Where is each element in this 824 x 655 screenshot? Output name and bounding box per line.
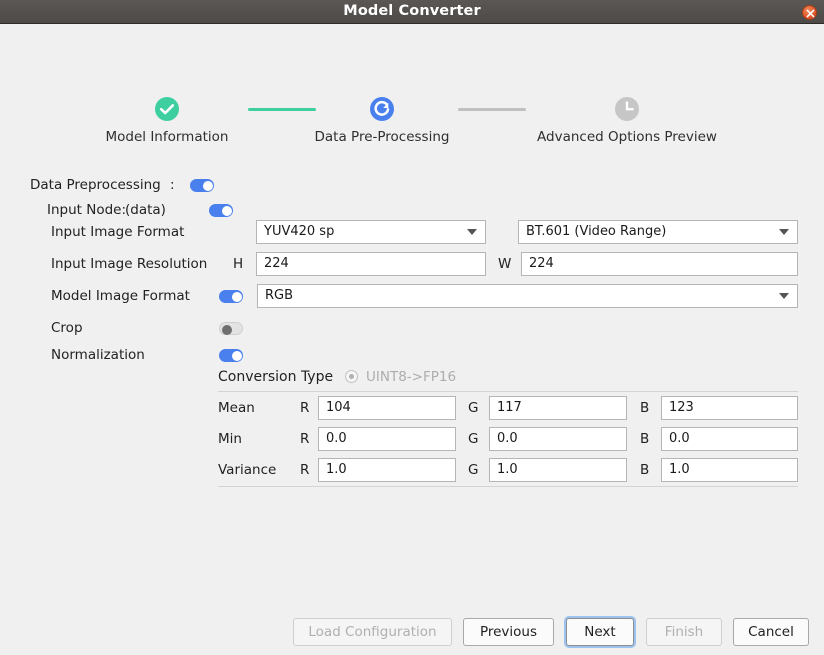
toggle-knob: [231, 291, 242, 302]
mean-b-input[interactable]: 123: [661, 396, 798, 420]
mean-r-input[interactable]: 104: [318, 396, 456, 420]
variance-r-input[interactable]: 1.0: [318, 458, 456, 482]
step-label: Model Information: [105, 129, 229, 145]
step-advanced-options-preview[interactable]: Advanced Options Preview: [537, 96, 717, 145]
step-label: Advanced Options Preview: [537, 129, 717, 145]
variance-b-label: B: [640, 462, 650, 478]
row-data-preprocessing: Data Preprocessing :: [0, 172, 824, 198]
mean-g-input[interactable]: 117: [489, 396, 627, 420]
load-configuration-button[interactable]: Load Configuration: [293, 618, 452, 646]
check-circle-icon: [155, 97, 179, 121]
data-preprocessing-toggle[interactable]: [190, 179, 214, 192]
next-button[interactable]: Next: [566, 618, 634, 646]
conversion-type-label: Conversion Type: [218, 369, 334, 385]
step-label: Data Pre-Processing: [314, 129, 450, 145]
toggle-knob: [231, 350, 242, 361]
row-variance: Variance R 1.0 G 1.0 B 1.0: [0, 457, 824, 483]
divider-above-mean: [218, 391, 798, 392]
min-r-label: R: [300, 431, 310, 447]
chevron-down-icon: [467, 229, 477, 235]
radio-dot: [349, 374, 354, 379]
refresh-circle-icon: [370, 97, 394, 121]
variance-label: Variance: [218, 462, 277, 478]
model-image-format-select[interactable]: RGB: [257, 284, 798, 308]
mean-label: Mean: [218, 400, 255, 416]
normalization-toggle[interactable]: [219, 349, 243, 362]
min-r-input[interactable]: 0.0: [318, 427, 456, 451]
row-input-image-format: Input Image Format YUV420 sp BT.601 (Vid…: [0, 219, 824, 245]
conversion-type-option-label: UINT8->FP16: [366, 369, 457, 385]
finish-button[interactable]: Finish: [646, 618, 722, 646]
previous-button[interactable]: Previous: [463, 618, 554, 646]
mean-g-label: G: [468, 400, 479, 416]
variance-g-label: G: [468, 462, 479, 478]
min-g-label: G: [468, 431, 479, 447]
close-button[interactable]: [802, 5, 817, 20]
chevron-down-icon: [779, 293, 789, 299]
crop-label: Crop: [51, 320, 83, 336]
clock-circle-icon: [615, 97, 639, 121]
row-input-image-resolution: Input Image Resolution H 224 W 224: [0, 251, 824, 277]
variance-r-label: R: [300, 462, 310, 478]
dialog-button-bar: Load Configuration Previous Next Finish …: [0, 618, 824, 648]
height-input[interactable]: 224: [256, 252, 486, 276]
close-icon: [806, 9, 815, 18]
input-image-resolution-label: Input Image Resolution: [51, 256, 208, 272]
input-node-toggle[interactable]: [209, 204, 233, 217]
min-label: Min: [218, 431, 242, 447]
width-input[interactable]: 224: [521, 252, 798, 276]
width-label: W: [498, 256, 512, 272]
row-mean: Mean R 104 G 117 B 123: [0, 395, 824, 421]
toggle-knob: [221, 324, 232, 335]
window-titlebar: Model Converter: [0, 0, 824, 24]
step-model-information[interactable]: Model Information: [77, 96, 257, 145]
row-crop: Crop: [0, 315, 824, 341]
min-b-label: B: [640, 431, 650, 447]
step-data-pre-processing[interactable]: Data Pre-Processing: [292, 96, 472, 145]
conversion-type-radio: [345, 370, 358, 383]
divider-below-variance: [218, 486, 798, 487]
row-min: Min R 0.0 G 0.0 B 0.0: [0, 426, 824, 452]
input-image-format-label: Input Image Format: [51, 224, 185, 240]
row-conversion-type: Conversion Type UINT8->FP16: [0, 364, 824, 390]
row-model-image-format: Model Image Format RGB: [0, 283, 824, 309]
input-image-format-select[interactable]: YUV420 sp: [256, 220, 486, 244]
model-image-format-label: Model Image Format: [51, 288, 190, 304]
toggle-knob: [221, 205, 232, 216]
window-title: Model Converter: [343, 3, 481, 19]
mean-r-label: R: [300, 400, 310, 416]
model-image-format-toggle[interactable]: [219, 290, 243, 303]
mean-b-label: B: [640, 400, 650, 416]
toggle-knob: [202, 180, 213, 191]
wizard-stepper: Model Information Data Pre-Processing Ad…: [0, 96, 824, 156]
variance-b-input[interactable]: 1.0: [661, 458, 798, 482]
min-b-input[interactable]: 0.0: [661, 427, 798, 451]
data-preprocessing-separator: :: [170, 177, 175, 193]
chevron-down-icon: [779, 229, 789, 235]
crop-toggle[interactable]: [219, 322, 243, 335]
data-preprocessing-label: Data Preprocessing: [30, 177, 161, 193]
cancel-button[interactable]: Cancel: [733, 618, 809, 646]
color-range-select[interactable]: BT.601 (Video Range): [518, 220, 798, 244]
height-label: H: [233, 256, 244, 272]
variance-g-input[interactable]: 1.0: [489, 458, 627, 482]
min-g-input[interactable]: 0.0: [489, 427, 627, 451]
